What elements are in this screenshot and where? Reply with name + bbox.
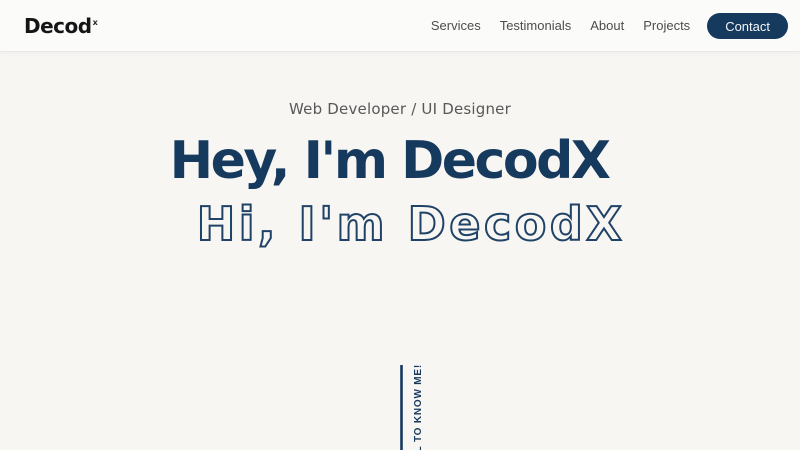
nav-link-projects[interactable]: Projects	[643, 18, 690, 33]
hero-headline-outline: Hi, I'm DecodX	[11, 201, 800, 247]
logo[interactable]: Decodx	[24, 14, 97, 38]
scroll-label: SCROLL TO KNOW ME!	[413, 364, 424, 450]
site-header: Decodx Services Testimonials About Proje…	[0, 0, 800, 52]
hero-subtitle: Web Developer / UI Designer	[0, 100, 800, 118]
main-nav: Services Testimonials About Projects	[431, 18, 690, 33]
logo-text: Decod	[24, 14, 92, 38]
logo-mark: x	[93, 18, 98, 27]
nav-link-services[interactable]: Services	[431, 18, 481, 33]
nav-link-testimonials[interactable]: Testimonials	[500, 18, 572, 33]
hero-section: Web Developer / UI Designer Hey, I'm Dec…	[0, 52, 800, 450]
contact-button[interactable]: Contact	[707, 13, 788, 39]
header-right: Services Testimonials About Projects Con…	[431, 13, 788, 39]
hero-headline: Hey, I'm DecodX	[0, 135, 789, 187]
nav-link-about[interactable]: About	[590, 18, 624, 33]
